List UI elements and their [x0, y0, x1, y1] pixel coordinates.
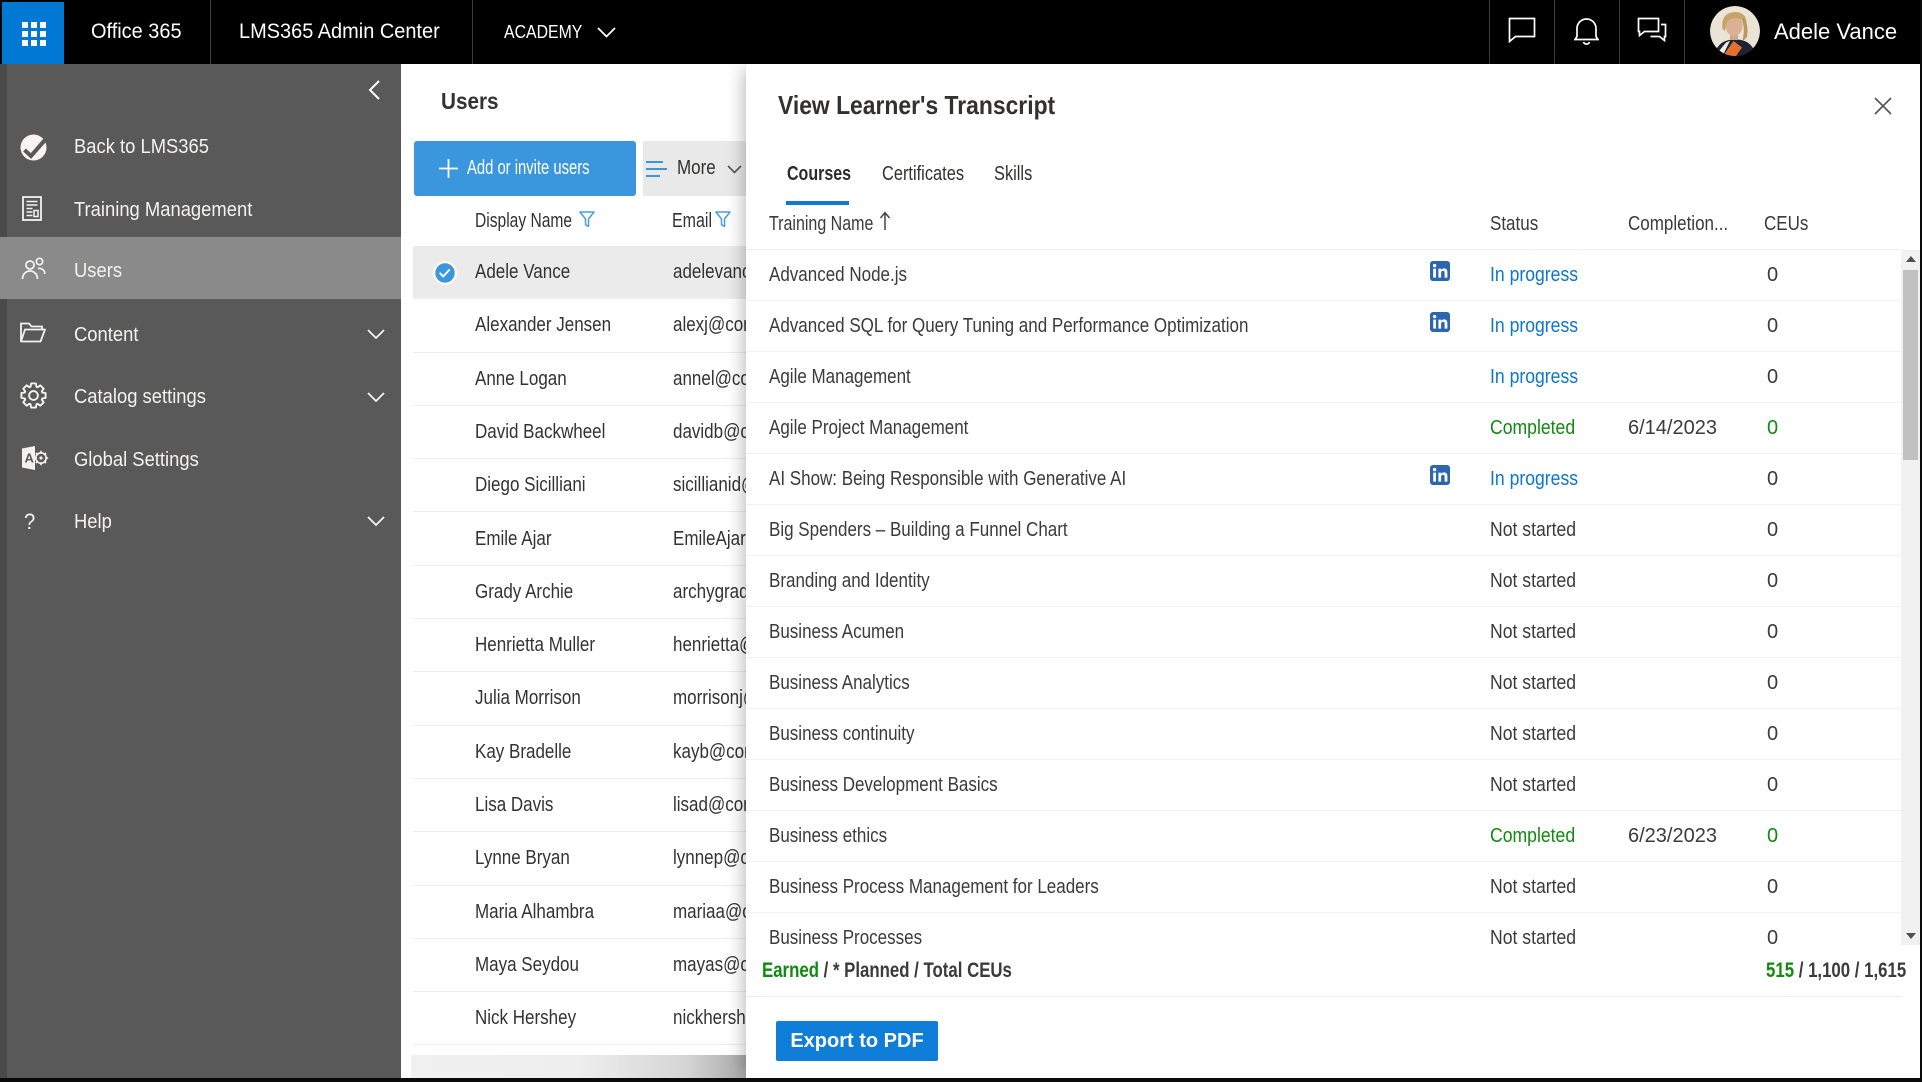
svg-text:A: A — [25, 451, 35, 466]
